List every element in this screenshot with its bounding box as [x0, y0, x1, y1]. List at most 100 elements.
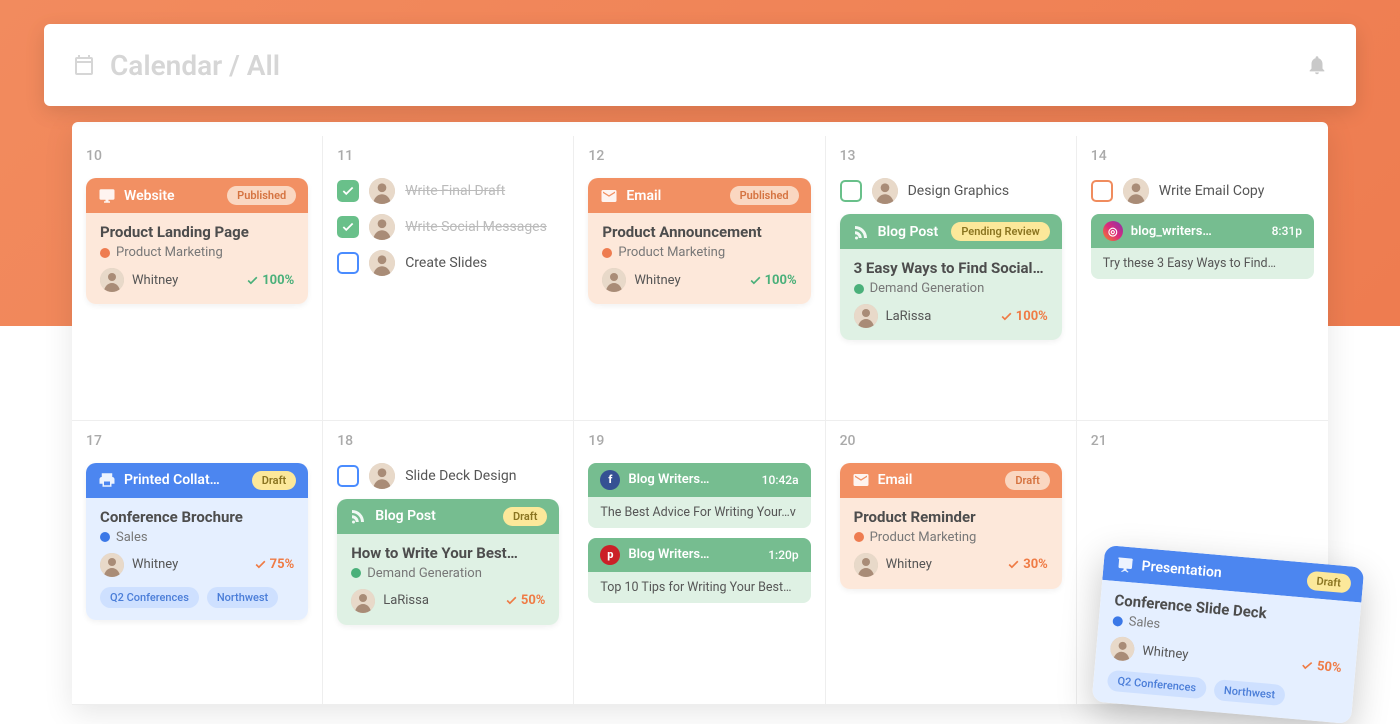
calendar-icon — [72, 53, 96, 77]
avatar — [351, 589, 375, 613]
task-label: Write Final Draft — [405, 183, 505, 199]
avatar — [854, 553, 878, 577]
checkbox[interactable] — [1091, 180, 1113, 202]
mini-header: ◎ blog_writers… 8:31p — [1091, 214, 1314, 248]
task-row[interactable]: Create Slides — [337, 250, 559, 276]
calendar-day[interactable]: 12 Email Published Product Announcement … — [574, 136, 825, 421]
ig-icon: ◎ — [1103, 221, 1123, 241]
tag[interactable]: Q2 Conferences — [1107, 670, 1207, 700]
calendar-day[interactable]: 13 Design Graphics Blog Post Pending Rev… — [826, 136, 1077, 421]
task-label: Design Graphics — [908, 183, 1009, 199]
project-card[interactable]: Presentation Draft Conference Slide Deck… — [1092, 545, 1365, 724]
task-row[interactable]: Write Email Copy — [1091, 178, 1314, 204]
card-category: Demand Generation — [351, 566, 545, 581]
status-badge: Published — [730, 186, 799, 205]
post-preview: The Best Advice For Writing Your…v — [588, 497, 810, 528]
avatar — [369, 214, 395, 240]
card-title: Product Reminder — [854, 508, 1048, 526]
social-post-card[interactable]: f Blog Writers… 10:42a The Best Advice F… — [588, 463, 810, 528]
assignee: Whitney — [854, 553, 932, 577]
card-category: Product Marketing — [854, 530, 1048, 545]
checkbox[interactable] — [337, 216, 359, 238]
assignee: LaRissa — [351, 589, 429, 613]
task-row[interactable]: Slide Deck Design — [337, 463, 559, 489]
header-bar: Calendar / All — [44, 24, 1356, 106]
social-post-card[interactable]: ◎ blog_writers… 8:31p Try these 3 Easy W… — [1091, 214, 1314, 279]
status-badge: Published — [227, 186, 296, 205]
calendar-day[interactable]: 11 Write Final Draft Write Social Messag… — [323, 136, 574, 421]
day-number: 11 — [337, 148, 559, 164]
status-badge: Pending Review — [951, 222, 1049, 241]
progress-percent: 75% — [254, 557, 295, 572]
social-post-card[interactable]: p Blog Writers… 1:20p Top 10 Tips for Wr… — [588, 538, 810, 603]
avatar — [100, 268, 124, 292]
assignee: Whitney — [100, 268, 178, 292]
card-title: 3 Easy Ways to Find Social… — [854, 259, 1048, 277]
avatar — [602, 268, 626, 292]
task-label: Create Slides — [405, 255, 487, 271]
card-header: Blog Post Draft — [337, 499, 559, 534]
card-body: How to Write Your Best… Demand Generatio… — [337, 534, 559, 625]
day-number: 19 — [588, 433, 810, 449]
calendar-day[interactable]: 20 Email Draft Product Reminder Product … — [826, 421, 1077, 706]
task-row[interactable]: Write Final Draft — [337, 178, 559, 204]
card-body: Conference Brochure Sales Whitney 75% Q2… — [86, 498, 308, 620]
card-title: Product Landing Page — [100, 223, 294, 241]
tag[interactable]: Q2 Conferences — [100, 587, 199, 608]
checkbox[interactable] — [337, 465, 359, 487]
checkbox[interactable] — [337, 252, 359, 274]
card-type-label: Blog Post — [878, 224, 939, 240]
checkbox[interactable] — [337, 180, 359, 202]
calendar-day[interactable]: 19 f Blog Writers… 10:42a The Best Advic… — [574, 421, 825, 706]
calendar-day[interactable]: 17 Printed Collat… Draft Conference Broc… — [72, 421, 323, 706]
tag[interactable]: Northwest — [1213, 679, 1286, 706]
day-number: 12 — [588, 148, 810, 164]
avatar — [369, 250, 395, 276]
task-row[interactable]: Write Social Messages — [337, 214, 559, 240]
calendar-day[interactable]: 18 Slide Deck Design Blog Post Draft How… — [323, 421, 574, 706]
social-handle: Blog Writers… — [628, 472, 709, 487]
avatar — [100, 553, 124, 577]
task-row[interactable]: Design Graphics — [840, 178, 1062, 204]
card-header: Email Draft — [840, 463, 1062, 498]
tag[interactable]: Northwest — [207, 587, 278, 608]
day-number: 21 — [1091, 433, 1314, 449]
project-card[interactable]: Blog Post Pending Review 3 Easy Ways to … — [840, 214, 1062, 340]
card-title: How to Write Your Best… — [351, 544, 545, 562]
status-badge: Draft — [1005, 471, 1049, 490]
card-category: Sales — [100, 530, 294, 545]
avatar — [1123, 178, 1149, 204]
presentation-icon — [1115, 554, 1135, 574]
calendar-day[interactable]: 10 Website Published Product Landing Pag… — [72, 136, 323, 421]
day-number: 10 — [86, 148, 308, 164]
progress-percent: 100% — [749, 273, 797, 288]
assignee: Whitney — [1109, 636, 1189, 667]
calendar-day[interactable]: 14 Write Email Copy ◎ blog_writers… 8:31… — [1077, 136, 1328, 421]
fb-icon: f — [600, 470, 620, 490]
status-badge: Draft — [1306, 571, 1352, 594]
progress-percent: 50% — [505, 593, 546, 608]
tag-row: Q2 Conferences Northwest — [100, 587, 294, 608]
social-handle: blog_writers… — [1131, 224, 1212, 239]
progress-percent: 50% — [1300, 657, 1342, 675]
progress-percent: 30% — [1007, 557, 1048, 572]
avatar — [872, 178, 898, 204]
card-type-label: Blog Post — [375, 508, 436, 524]
bell-icon[interactable] — [1306, 54, 1328, 76]
assignee: Whitney — [100, 553, 178, 577]
project-card[interactable]: Website Published Product Landing Page P… — [86, 178, 308, 304]
card-body: 3 Easy Ways to Find Social… Demand Gener… — [840, 249, 1062, 340]
social-handle: Blog Writers… — [628, 547, 709, 562]
task-label: Slide Deck Design — [405, 468, 516, 484]
project-card[interactable]: Email Draft Product Reminder Product Mar… — [840, 463, 1062, 589]
checkbox[interactable] — [840, 180, 862, 202]
card-body: Conference Slide Deck Sales Whitney 50% … — [1092, 580, 1362, 724]
card-header: Blog Post Pending Review — [840, 214, 1062, 249]
project-card[interactable]: Printed Collat… Draft Conference Brochur… — [86, 463, 308, 620]
post-time: 8:31p — [1272, 224, 1302, 238]
project-card[interactable]: Blog Post Draft How to Write Your Best… … — [337, 499, 559, 625]
avatar — [854, 304, 878, 328]
card-title: Product Announcement — [602, 223, 796, 241]
project-card[interactable]: Email Published Product Announcement Pro… — [588, 178, 810, 304]
mini-header: p Blog Writers… 1:20p — [588, 538, 810, 572]
